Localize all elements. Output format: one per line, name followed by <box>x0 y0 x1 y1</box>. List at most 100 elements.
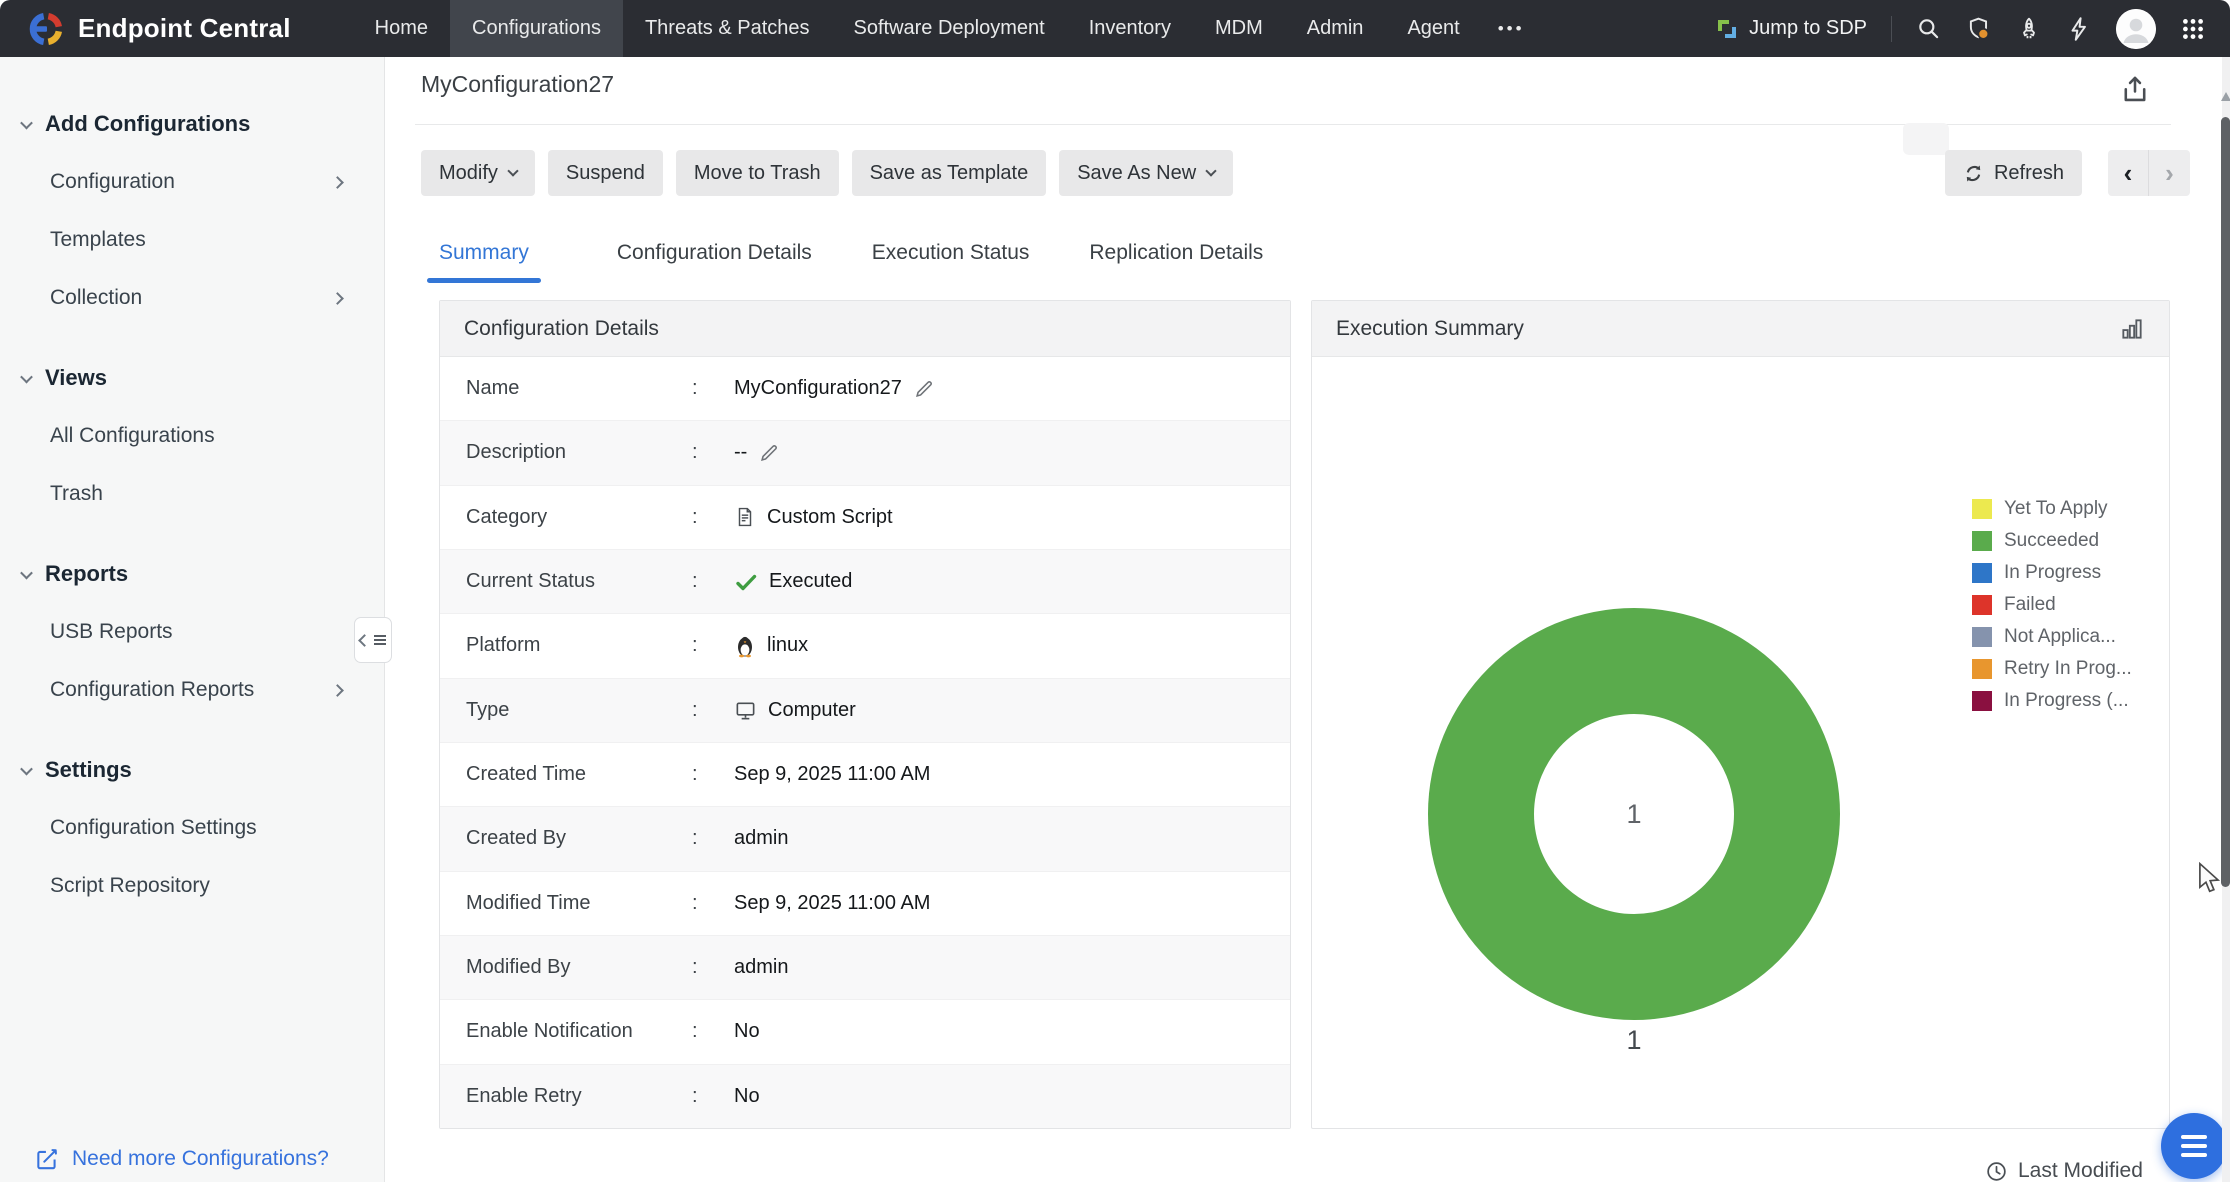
sidebar-item-trash[interactable]: Trash <box>0 465 384 523</box>
apps-grid-icon[interactable] <box>2180 16 2206 42</box>
legend-item-not-applicable[interactable]: Not Applica... <box>1972 621 2132 653</box>
avatar[interactable] <box>2116 9 2156 49</box>
scrollbar-up-arrow[interactable] <box>2221 92 2230 101</box>
sidebar-header-views[interactable]: Views <box>0 349 384 407</box>
top-nav: Endpoint Central Home Configurations Thr… <box>0 0 2230 57</box>
chevron-right-icon <box>331 176 344 189</box>
action-toolbar: Modify Suspend Move to Trash Save as Tem… <box>421 150 1233 196</box>
chevron-down-icon <box>507 165 518 176</box>
table-row-modified-time: Modified Time : Sep 9, 2025 11:00 AM <box>440 872 1290 936</box>
legend-item-retry-in-progress[interactable]: Retry In Prog... <box>1972 653 2132 685</box>
refresh-button[interactable]: Refresh <box>1945 150 2082 196</box>
sidebar-header-reports[interactable]: Reports <box>0 545 384 603</box>
hamburger-icon <box>2181 1153 2207 1157</box>
legend-item-yet-to-apply[interactable]: Yet To Apply <box>1972 493 2132 525</box>
bar-chart-icon[interactable] <box>2119 316 2145 342</box>
search-icon[interactable] <box>1916 16 1942 42</box>
nav-item-home[interactable]: Home <box>353 0 450 57</box>
hover-highlight <box>1903 123 1949 155</box>
table-row-platform: Platform : <box>440 614 1290 678</box>
compose-icon <box>34 1146 60 1172</box>
configuration-details-card-title: Configuration Details <box>440 301 1290 357</box>
sidebar-section-reports: Reports USB Reports Configuration Report… <box>0 545 384 719</box>
sidebar-item-all-configurations[interactable]: All Configurations <box>0 407 384 465</box>
scrollbar-thumb[interactable] <box>2221 117 2230 887</box>
execution-summary-card-title: Execution Summary <box>1312 301 2169 357</box>
floating-menu-button[interactable] <box>2161 1113 2227 1179</box>
chevron-down-icon <box>20 370 33 383</box>
legend-item-failed[interactable]: Failed <box>1972 589 2132 621</box>
sidebar-item-collection[interactable]: Collection <box>0 269 384 327</box>
legend-item-in-progress-remarks[interactable]: In Progress (... <box>1972 685 2132 717</box>
legend-swatch <box>1972 531 1992 551</box>
sidebar-item-script-repository[interactable]: Script Repository <box>0 857 384 915</box>
tab-summary[interactable]: Summary <box>435 227 533 283</box>
hamburger-icon <box>2181 1135 2207 1139</box>
sidebar-item-templates[interactable]: Templates <box>0 211 384 269</box>
computer-icon <box>734 699 757 722</box>
nav-item-agent[interactable]: Agent <box>1385 0 1481 57</box>
export-icon[interactable] <box>2118 73 2152 107</box>
next-record-button[interactable]: › <box>2149 150 2190 196</box>
legend-swatch <box>1972 563 1992 583</box>
table-row-description: Description : -- <box>440 421 1290 485</box>
configuration-details-card: Configuration Details Name : MyConfigura… <box>439 300 1291 1129</box>
script-icon <box>734 506 756 528</box>
brand-name: Endpoint Central <box>78 13 291 44</box>
table-row-enable-retry: Enable Retry : No <box>440 1065 1290 1128</box>
tab-configuration-details[interactable]: Configuration Details <box>613 227 816 283</box>
nav-item-mdm[interactable]: MDM <box>1193 0 1285 57</box>
sdp-logo-icon <box>1715 17 1739 41</box>
sidebar-header-add-configurations[interactable]: Add Configurations <box>0 95 384 153</box>
save-as-template-button[interactable]: Save as Template <box>852 150 1047 196</box>
details-table: Name : MyConfiguration27 Description <box>440 357 1290 1128</box>
nav-item-admin[interactable]: Admin <box>1285 0 1386 57</box>
rocket-icon[interactable] <box>2016 16 2042 42</box>
nav-menu: Home Configurations Threats & Patches So… <box>353 0 1541 57</box>
nav-more-icon[interactable]: ••• <box>1482 19 1541 39</box>
edit-description-icon[interactable] <box>758 442 780 464</box>
sidebar-item-usb-reports[interactable]: USB Reports <box>0 603 384 661</box>
move-to-trash-button[interactable]: Move to Trash <box>676 150 839 196</box>
toolbar-right: Refresh ‹ › <box>1945 150 2190 196</box>
modify-button[interactable]: Modify <box>421 150 535 196</box>
jump-to-sdp-link[interactable]: Jump to SDP <box>1715 17 1867 41</box>
edit-name-icon[interactable] <box>913 378 935 400</box>
legend-item-succeeded[interactable]: Succeeded <box>1972 525 2132 557</box>
sidebar-item-configuration-reports[interactable]: Configuration Reports <box>0 661 384 719</box>
chevron-down-icon <box>20 116 33 129</box>
table-row-enable-notification: Enable Notification : No <box>440 1000 1290 1064</box>
nav-item-inventory[interactable]: Inventory <box>1067 0 1193 57</box>
suspend-button[interactable]: Suspend <box>548 150 663 196</box>
previous-record-button[interactable]: ‹ <box>2108 150 2149 196</box>
flash-icon[interactable] <box>2066 16 2092 42</box>
chevron-down-icon <box>20 762 33 775</box>
need-more-configurations-link[interactable]: Need more Configurations? <box>34 1146 329 1172</box>
sidebar-item-configuration[interactable]: Configuration <box>0 153 384 211</box>
record-pager: ‹ › <box>2108 150 2190 196</box>
tab-execution-status[interactable]: Execution Status <box>868 227 1034 283</box>
table-row-created-by: Created By : admin <box>440 807 1290 871</box>
sidebar-header-settings[interactable]: Settings <box>0 741 384 799</box>
table-row-name: Name : MyConfiguration27 <box>440 357 1290 421</box>
table-row-modified-by: Modified By : admin <box>440 936 1290 1000</box>
execution-summary-chart: 1 1 Yet To Apply Succeeded <box>1312 357 2169 1128</box>
nav-divider <box>1891 16 1892 42</box>
chevron-right-icon <box>331 684 344 697</box>
nav-item-software-deployment[interactable]: Software Deployment <box>832 0 1067 57</box>
table-row-category: Category : Custom Script <box>440 486 1290 550</box>
nav-item-threats-patches[interactable]: Threats & Patches <box>623 0 832 57</box>
sidebar-section-add-configurations: Add Configurations Configuration Templat… <box>0 95 384 327</box>
nav-item-configurations[interactable]: Configurations <box>450 0 623 57</box>
save-as-new-button[interactable]: Save As New <box>1059 150 1233 196</box>
sidebar-item-configuration-settings[interactable]: Configuration Settings <box>0 799 384 857</box>
donut-center-value: 1 <box>1534 714 1734 914</box>
legend-item-in-progress[interactable]: In Progress <box>1972 557 2132 589</box>
tab-replication-details[interactable]: Replication Details <box>1085 227 1267 283</box>
sidebar-collapse-toggle[interactable] <box>354 617 392 663</box>
legend-swatch <box>1972 499 1992 519</box>
execution-summary-card: Execution Summary 1 1 <box>1311 300 2170 1129</box>
legend-swatch <box>1972 659 1992 679</box>
donut-chart-succeeded-slice[interactable]: 1 <box>1428 608 1840 1020</box>
security-shield-icon[interactable] <box>1966 16 1992 42</box>
